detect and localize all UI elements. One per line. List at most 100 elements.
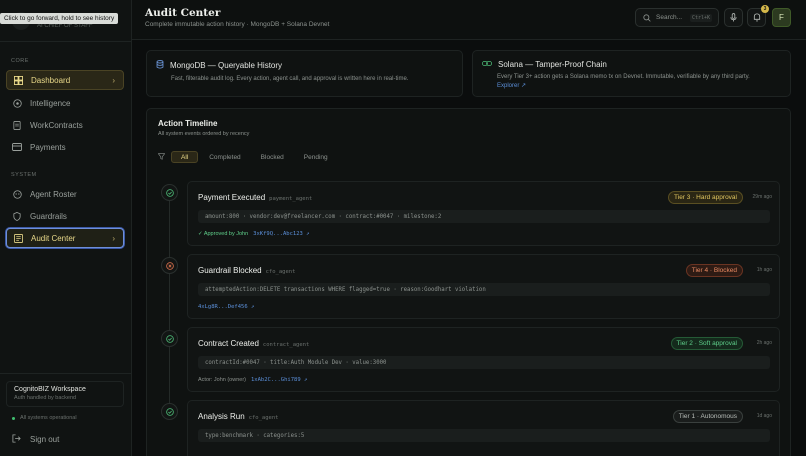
event-status-node [161,184,178,201]
workspace-name: CognitoBIZ Workspace [14,386,86,393]
tier-badge: Tier 1 · Autonomous [672,410,743,423]
timeline-connector [169,200,170,260]
solana-tx-link[interactable]: 3xKf9Q...Abc123 ↗ [253,231,309,237]
sidebar-item-intelligence[interactable]: Intelligence [6,93,124,113]
sidebar-item-label: Guardrails [30,211,67,221]
bell-icon [753,13,760,22]
solana-tx-link[interactable]: 1xAb2C...Ghi789 ↗ [251,377,307,383]
mongodb-info-card: MongoDB — Queryable History Fast, filter… [146,50,463,97]
sign-out-icon [12,434,21,445]
sidebar-item-workcontracts[interactable]: WorkContracts [6,115,124,135]
link-icon [482,60,492,69]
nav-tooltip: Click to go forward, hold to see history [0,13,119,24]
page-title: Audit Center [145,7,221,19]
event-footer: Actor: John (owner) 1xAb2C...Ghi789 ↗ [198,377,307,383]
timeline-event[interactable]: Payment Executed payment_agent Tier 3 · H… [187,181,780,246]
sidebar-item-dashboard[interactable]: Dashboard › [6,70,124,90]
search-input[interactable]: Search... Ctrl+K [635,8,719,27]
explorer-link[interactable]: Explorer ↗ [497,83,526,89]
filter-completed[interactable]: Completed [200,151,249,163]
mic-button[interactable] [724,8,743,27]
x-circle-icon [165,261,174,270]
status-dot-icon [12,416,15,420]
timeline-title: Action Timeline [158,119,218,128]
sidebar-item-label: Intelligence [30,98,71,108]
event-payload: type:benchmark · categories:5 [198,429,770,442]
solana-card-title: Solana — Tamper-Proof Chain [498,60,607,69]
user-avatar[interactable]: F [772,8,791,27]
sidebar-item-audit-center[interactable]: Audit Center › [6,228,124,248]
event-title: Analysis Run [198,412,245,421]
timeline-event[interactable]: Contract Created contract_agent Tier 2 · … [187,327,780,392]
timeline-connector [169,346,170,406]
event-footer: 4xLg8R...Def456 ↗ [193,304,254,310]
sidebar-item-agent-roster[interactable]: Agent Roster [6,184,124,204]
dashboard-icon [13,75,23,85]
sign-out-button[interactable]: Sign out [12,434,59,445]
sidebar-item-label: Dashboard [31,75,71,85]
search-shortcut: Ctrl+K [689,13,712,22]
timeline-filters: All Completed Blocked Pending [157,151,339,163]
event-payload: amount:800 · vendor:dev@freelancer.com ·… [198,210,770,223]
bot-icon [12,189,22,199]
sidebar-divider [0,41,132,42]
system-status: All systems operational [12,415,77,421]
event-status-node [161,403,178,420]
action-timeline-card: Action Timeline All system events ordere… [146,108,791,456]
audit-icon [13,233,23,243]
timeline-event[interactable]: Analysis Run cfo_agent Tier 1 · Autonomou… [187,400,780,456]
event-title-row: Guardrail Blocked cfo_agent [198,266,295,275]
sidebar-item-payments[interactable]: Payments [6,137,124,157]
explorer-link-label: Explorer [497,83,520,89]
mongodb-card-title: MongoDB — Queryable History [170,61,283,70]
approval-note: ✓ Approved by John [198,231,249,237]
check-circle-icon [165,188,174,197]
external-link-icon: ↗ [250,304,255,310]
event-status-node [161,330,178,347]
solana-card-description: Every Tier 3+ action gets a Solana memo … [482,73,781,91]
filter-all[interactable]: All [171,151,199,163]
tx-hash: 3xKf9Q...Abc123 [253,231,303,237]
external-link-icon: ↗ [521,83,527,89]
shield-icon [12,211,22,221]
intelligence-icon [12,98,22,108]
sidebar-item-label: Audit Center [31,233,76,243]
check-circle-icon [165,334,174,343]
event-status-node [161,257,178,274]
filter-blocked[interactable]: Blocked [252,151,293,163]
chevron-right-icon: › [112,75,115,85]
event-payload: contractId:#0047 · title:Auth Module Dev… [198,356,770,369]
solana-info-card: Solana — Tamper-Proof Chain Every Tier 3… [472,50,791,97]
mongodb-card-description: Fast, filterable audit log. Every action… [171,76,409,82]
mongodb-card-title-row: MongoDB — Queryable History [156,60,453,71]
tx-hash: 1xAb2C...Ghi789 [251,377,301,383]
document-icon [12,120,22,130]
event-agent: payment_agent [269,196,313,202]
solana-desc-text: Every Tier 3+ action gets a Solana memo … [497,74,750,80]
timeline-subtitle: All system events ordered by recency [158,131,250,137]
tier-badge: Tier 4 · Blocked [685,264,743,277]
event-title: Contract Created [198,339,259,348]
mic-icon [730,13,737,22]
tx-hash: 4xLg8R...Def456 [198,304,248,310]
sign-out-label: Sign out [30,435,60,444]
timeline-connector [169,273,170,333]
workspace-card[interactable]: CognitoBIZ Workspace Auth handled by bac… [6,381,124,407]
event-payload: attemptedAction:DELETE transactions WHER… [198,283,770,296]
event-title-row: Payment Executed payment_agent [198,193,312,202]
external-link-icon: ↗ [303,377,308,383]
sidebar-item-guardrails[interactable]: Guardrails [6,206,124,226]
event-title-row: Analysis Run cfo_agent [198,412,279,421]
event-time: 29m ago [752,194,772,200]
solana-card-title-row: Solana — Tamper-Proof Chain [482,60,781,69]
event-agent: cfo_agent [265,269,296,275]
search-icon [643,13,651,22]
timeline-event[interactable]: Guardrail Blocked cfo_agent Tier 4 · Bloc… [187,254,780,319]
database-icon [156,60,164,71]
filter-pending[interactable]: Pending [295,151,337,163]
page-subtitle: Complete immutable action history · Mong… [145,21,330,28]
sidebar-item-label: WorkContracts [30,120,83,130]
event-title: Guardrail Blocked [198,266,262,275]
solana-tx-link[interactable]: 4xLg8R...Def456 ↗ [198,304,254,310]
notifications-button[interactable]: 3 [747,5,769,27]
